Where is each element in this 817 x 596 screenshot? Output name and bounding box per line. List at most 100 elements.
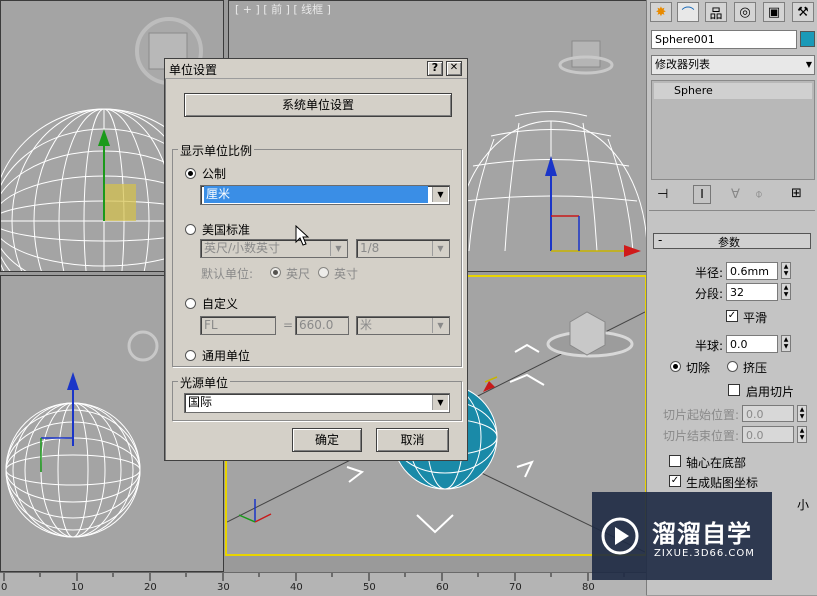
make-unique-icon[interactable]: ∀ — [731, 187, 740, 202]
chevron-down-icon: ▼ — [432, 395, 448, 410]
squash-radio[interactable] — [727, 361, 738, 372]
dialog-titlebar[interactable]: 单位设置 ? ✕ — [165, 59, 467, 79]
help-button[interactable]: ? — [427, 61, 443, 76]
slice-on-label: 启用切片 — [746, 385, 795, 399]
inches-label: 英寸 — [334, 267, 359, 281]
us-standard-label: 美国标准 — [202, 223, 251, 237]
smooth-checkbox[interactable]: ✓ — [726, 310, 738, 322]
smooth-label: 平滑 — [743, 311, 768, 325]
display-tab-icon[interactable]: ▣ — [763, 2, 785, 22]
us-fraction-value: 1/8 — [360, 241, 380, 255]
us-standard-radio[interactable] — [185, 224, 196, 235]
stack-item-sphere[interactable]: Sphere — [654, 83, 812, 99]
utilities-tab-icon[interactable]: ⚒ — [792, 2, 814, 22]
ruler-tick: 70 — [509, 582, 522, 593]
real-world-map-label: 小 — [797, 498, 810, 512]
modifier-list-dropdown[interactable]: 修改器列表 ▼ — [651, 55, 815, 75]
help-icon: ? — [431, 61, 439, 74]
watermark-brand: 溜溜自学 — [652, 520, 752, 548]
us-unit-value: 英尺/小数英寸 — [204, 241, 281, 255]
close-button[interactable]: ✕ — [446, 61, 462, 76]
show-end-result-icon[interactable]: I — [693, 185, 711, 204]
us-fraction-dropdown[interactable]: 1/8 ▼ — [356, 239, 450, 258]
hemisphere-spinner[interactable]: ▲ ▼ — [781, 335, 791, 352]
watermark-url: ZIXUE.3D66.COM — [654, 548, 755, 559]
chevron-down-icon: ▼ — [432, 187, 448, 202]
segments-field[interactable]: 32 — [726, 283, 778, 301]
ruler-tick: 20 — [144, 582, 157, 593]
lighting-units-title: 光源单位 — [178, 374, 231, 391]
close-icon: ✕ — [449, 62, 459, 73]
ruler-tick: 30 — [217, 582, 230, 593]
hierarchy-tab-icon[interactable]: 品 — [705, 2, 727, 22]
hemisphere-label: 半球: — [695, 339, 724, 353]
base-to-pivot-label: 轴心在底部 — [686, 456, 747, 470]
mouse-cursor-icon — [295, 225, 310, 246]
custom-unit-dropdown[interactable]: 米 ▼ — [356, 316, 450, 335]
ruler-tick: 0 — [1, 582, 8, 593]
chop-label: 切除 — [686, 361, 711, 375]
modifier-list-label: 修改器列表 — [655, 58, 710, 71]
display-unit-scale-title: 显示单位比例 — [178, 142, 255, 159]
slice-to-label: 切片结束位置: — [663, 429, 740, 443]
base-to-pivot-checkbox[interactable] — [669, 455, 681, 467]
hemisphere-field[interactable]: 0.0 — [726, 335, 778, 353]
lighting-units-dropdown[interactable]: 国际 ▼ — [184, 393, 450, 413]
generic-units-label: 通用单位 — [202, 349, 251, 363]
modify-tab-icon[interactable]: ⌒ — [677, 2, 699, 22]
remove-modifier-icon[interactable]: ⌽ — [755, 187, 763, 202]
custom-name-field[interactable]: FL — [200, 316, 276, 335]
feet-radio[interactable] — [270, 267, 281, 278]
modifier-stack: Sphere — [651, 80, 815, 180]
object-name-field[interactable]: Sphere001 — [651, 30, 797, 49]
dialog-title: 单位设置 — [169, 63, 218, 77]
motion-tab-icon[interactable]: ◎ — [734, 2, 756, 22]
radius-label: 半径: — [695, 266, 724, 280]
parameters-rollout-header[interactable]: - 参数 — [653, 233, 811, 249]
inches-radio[interactable] — [318, 267, 329, 278]
pin-stack-icon[interactable]: ⊣ — [657, 187, 668, 202]
metric-radio[interactable] — [185, 168, 196, 179]
default-unit-label: 默认单位: — [201, 267, 254, 281]
slice-to-field[interactable]: 0.0 — [742, 426, 794, 443]
slice-from-field[interactable]: 0.0 — [742, 405, 794, 422]
custom-value-field[interactable]: 660.0 — [295, 316, 349, 335]
slice-from-spinner[interactable]: ▲ ▼ — [797, 405, 807, 422]
cancel-button[interactable]: 取消 — [376, 428, 449, 452]
gen-map-checkbox[interactable]: ✓ — [669, 475, 681, 487]
custom-equals: = — [283, 318, 294, 332]
squash-label: 挤压 — [743, 361, 768, 375]
radius-field[interactable]: 0.6mm — [726, 262, 778, 280]
chop-radio[interactable] — [670, 361, 681, 372]
ruler-tick: 50 — [363, 582, 376, 593]
custom-label: 自定义 — [202, 297, 239, 311]
ruler-tick: 60 — [436, 582, 449, 593]
ruler-tick: 80 — [582, 582, 595, 593]
create-tab-icon[interactable]: ✸ — [650, 2, 672, 22]
stack-item-label: Sphere — [674, 84, 713, 97]
ruler-tick: 40 — [290, 582, 303, 593]
object-color-swatch[interactable] — [800, 31, 815, 47]
us-unit-dropdown[interactable]: 英尺/小数英寸 ▼ — [200, 239, 348, 258]
segments-spinner[interactable]: ▲ ▼ — [781, 283, 791, 300]
units-setup-dialog: 单位设置 ? ✕ 系统单位设置 显示单位比例 公制 厘米 ▼ 美国标准 英尺/小… — [164, 58, 468, 461]
lighting-units-value: 国际 — [188, 395, 213, 409]
slice-from-label: 切片起始位置: — [663, 408, 740, 422]
ok-button[interactable]: 确定 — [292, 428, 362, 452]
gen-map-label: 生成贴图坐标 — [686, 476, 759, 490]
metric-unit-dropdown[interactable]: 厘米 ▼ — [200, 185, 450, 205]
configure-sets-icon[interactable]: ⊞ — [791, 186, 802, 201]
chevron-down-icon: ▼ — [330, 241, 346, 256]
system-unit-setup-button[interactable]: 系统单位设置 — [184, 93, 452, 117]
slice-on-checkbox[interactable] — [728, 384, 740, 396]
rollout-title: 参数 — [718, 236, 740, 249]
feet-label: 英尺 — [286, 267, 311, 281]
custom-radio[interactable] — [185, 298, 196, 309]
metric-label: 公制 — [202, 167, 227, 181]
rollout-toggle: - — [658, 233, 663, 247]
slice-to-spinner[interactable]: ▲ ▼ — [797, 426, 807, 443]
time-ruler[interactable]: 0 10 20 30 40 50 60 70 80 90 — [0, 572, 646, 596]
radius-spinner[interactable]: ▲ ▼ — [781, 262, 791, 279]
generic-units-radio[interactable] — [185, 350, 196, 361]
separator — [649, 210, 815, 211]
